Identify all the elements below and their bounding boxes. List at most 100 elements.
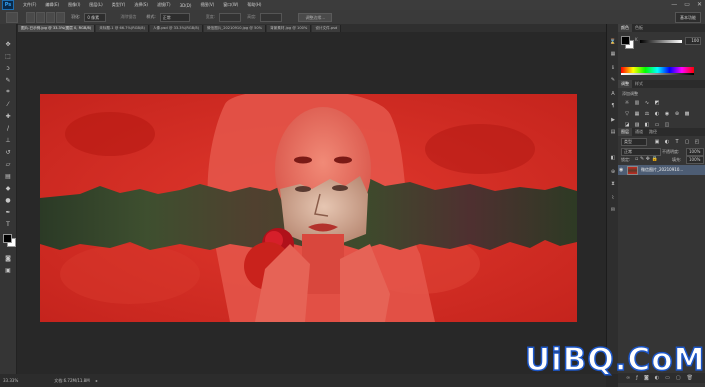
color-lookup-icon[interactable]: ▩: [684, 111, 690, 117]
eyedropper-tool-icon[interactable]: ⁄: [3, 100, 13, 108]
tab-document[interactable]: 人像.psd @ 33.3%(RGB/8): [149, 25, 204, 32]
properties-panel-icon[interactable]: ▦: [609, 50, 617, 57]
workspace-switcher[interactable]: 基本功能: [675, 12, 701, 23]
add-selection-icon[interactable]: [36, 11, 45, 23]
pen-tool-icon[interactable]: ✒: [3, 208, 13, 216]
crop-tool-icon[interactable]: ⌗: [3, 88, 13, 96]
history-brush-tool-icon[interactable]: ↺: [3, 148, 13, 156]
menu-edit[interactable]: 编辑(E): [45, 2, 59, 8]
height-input[interactable]: [260, 12, 283, 22]
brush-tool-icon[interactable]: /: [3, 124, 13, 132]
antialias-checkbox[interactable]: 消除锯齿: [120, 14, 136, 20]
minimize-icon[interactable]: —: [671, 1, 677, 8]
feather-input[interactable]: 0 像素: [84, 12, 107, 22]
quick-mask-icon[interactable]: ◙: [3, 254, 13, 262]
zoom-level[interactable]: 33.33%: [3, 378, 18, 383]
maximize-icon[interactable]: ▭: [684, 1, 690, 8]
tab-styles[interactable]: 样式: [632, 81, 646, 87]
menu-layer[interactable]: 图层(L): [89, 2, 102, 8]
tab-channels[interactable]: 通道: [632, 129, 646, 135]
brush-panel-icon[interactable]: ✎: [609, 76, 617, 83]
info-panel-icon[interactable]: ℹ: [609, 64, 617, 71]
notes-icon[interactable]: ✉: [609, 206, 617, 213]
photo-filter-icon[interactable]: ◉: [664, 111, 670, 117]
foreground-color-swatch[interactable]: [3, 234, 12, 243]
type-tool-icon[interactable]: T: [3, 220, 13, 228]
document-canvas[interactable]: [40, 94, 577, 322]
style-select[interactable]: 正常: [159, 12, 190, 22]
visibility-eye-icon[interactable]: ◉: [619, 167, 623, 173]
status-arrow-icon[interactable]: ▸: [96, 378, 98, 383]
tab-adjustments[interactable]: 调整: [618, 80, 632, 88]
menu-select[interactable]: 选择(S): [134, 2, 148, 8]
menu-view[interactable]: 视图(V): [200, 2, 214, 8]
history-panel-icon[interactable]: ⌛: [609, 38, 617, 45]
hue-saturation-icon[interactable]: ▦: [634, 111, 640, 117]
intersect-selection-icon[interactable]: [56, 11, 65, 23]
paths-icon[interactable]: ⌇: [609, 194, 617, 201]
tab-document[interactable]: 微信图片_20210910.jpg @ 50%: [204, 25, 267, 32]
actions-panel-icon[interactable]: ▶: [609, 116, 617, 123]
menu-filter[interactable]: 滤镜(T): [157, 2, 171, 8]
brightness-value[interactable]: 100: [685, 37, 701, 45]
menu-image[interactable]: 图像(I): [68, 2, 80, 8]
menu-help[interactable]: 帮助(H): [247, 2, 261, 8]
subtract-selection-icon[interactable]: [46, 11, 55, 23]
quick-select-tool-icon[interactable]: ✎: [3, 76, 13, 84]
grayscale-ramp[interactable]: [621, 73, 694, 75]
filter-smart-icon[interactable]: ◰: [694, 139, 700, 145]
layer-name[interactable]: 微信图片_20210910...: [641, 167, 683, 173]
blend-mode-select[interactable]: 正常: [621, 148, 661, 156]
layer-row[interactable]: ◉ 微信图片_20210910...: [618, 165, 705, 175]
tab-layers[interactable]: 图层: [618, 128, 632, 136]
black-white-icon[interactable]: ◐: [654, 111, 660, 117]
dodge-tool-icon[interactable]: ●: [3, 196, 13, 204]
tab-document[interactable]: 图片-已示例.jpg @ 33.3%(图层 0, RGB/8): [18, 25, 96, 32]
color-swatch-pair[interactable]: [621, 36, 634, 49]
tab-swatches[interactable]: 色板: [632, 25, 646, 31]
fill-input[interactable]: 100%: [686, 156, 704, 164]
menu-type[interactable]: 类型(Y): [112, 2, 126, 8]
menu-3d[interactable]: 3D(D): [180, 3, 192, 8]
paragraph-panel-icon[interactable]: ¶: [609, 102, 617, 109]
filter-type-icon[interactable]: T: [674, 139, 680, 145]
opacity-input[interactable]: 100%: [686, 148, 704, 156]
tab-paths[interactable]: 路径: [646, 129, 660, 135]
eraser-tool-icon[interactable]: ▱: [3, 160, 13, 168]
filter-adjustment-icon[interactable]: ◐: [664, 139, 670, 145]
color-balance-icon[interactable]: ⚖: [644, 111, 650, 117]
tab-color[interactable]: 颜色: [618, 24, 632, 32]
close-icon[interactable]: ✕: [697, 1, 702, 8]
menu-window[interactable]: 窗口(W): [223, 2, 238, 8]
new-selection-icon[interactable]: [26, 11, 35, 23]
foreground-background-swatch[interactable]: [3, 234, 16, 247]
exposure-icon[interactable]: ◩: [654, 100, 660, 106]
levels-icon[interactable]: ▥: [634, 100, 640, 106]
filter-shape-icon[interactable]: ▢: [684, 139, 690, 145]
marquee-tool-icon[interactable]: ⬚: [3, 52, 13, 60]
healing-brush-tool-icon[interactable]: ✚: [3, 112, 13, 120]
width-input[interactable]: [219, 12, 242, 22]
brightness-slider[interactable]: [640, 40, 682, 43]
screen-mode-icon[interactable]: ▣: [3, 266, 13, 274]
character-panel-icon[interactable]: A: [609, 90, 617, 97]
tab-document[interactable]: 背景素材.jpg @ 100%: [267, 25, 312, 32]
blur-tool-icon[interactable]: ◆: [3, 184, 13, 192]
refine-edge-button[interactable]: 调整边缘...: [298, 12, 333, 22]
tab-document[interactable]: 未标题-1 @ 66.7%(RGB/8): [96, 25, 149, 32]
filter-pixel-icon[interactable]: ▣: [654, 139, 660, 145]
curves-icon[interactable]: ∿: [644, 100, 650, 106]
channel-mixer-icon[interactable]: ⊛: [674, 111, 680, 117]
move-tool-icon[interactable]: ✥: [3, 40, 13, 48]
vibrance-icon[interactable]: ▽: [624, 111, 630, 117]
foreground-color-chip[interactable]: [621, 36, 630, 45]
swatches-panel-icon[interactable]: ▤: [609, 128, 617, 135]
lock-icons[interactable]: ▫ ✎ ✥ 🔒: [635, 156, 658, 162]
timeline-icon[interactable]: ⧗: [609, 180, 617, 187]
tab-document[interactable]: 设计文件.psd: [312, 25, 342, 32]
lasso-tool-icon[interactable]: ↄ: [3, 64, 13, 72]
menu-file[interactable]: 文件(F): [23, 2, 36, 8]
clone-source-icon[interactable]: ⊕: [609, 168, 617, 175]
gradient-tool-icon[interactable]: ▤: [3, 172, 13, 180]
clone-stamp-tool-icon[interactable]: ⊥: [3, 136, 13, 144]
